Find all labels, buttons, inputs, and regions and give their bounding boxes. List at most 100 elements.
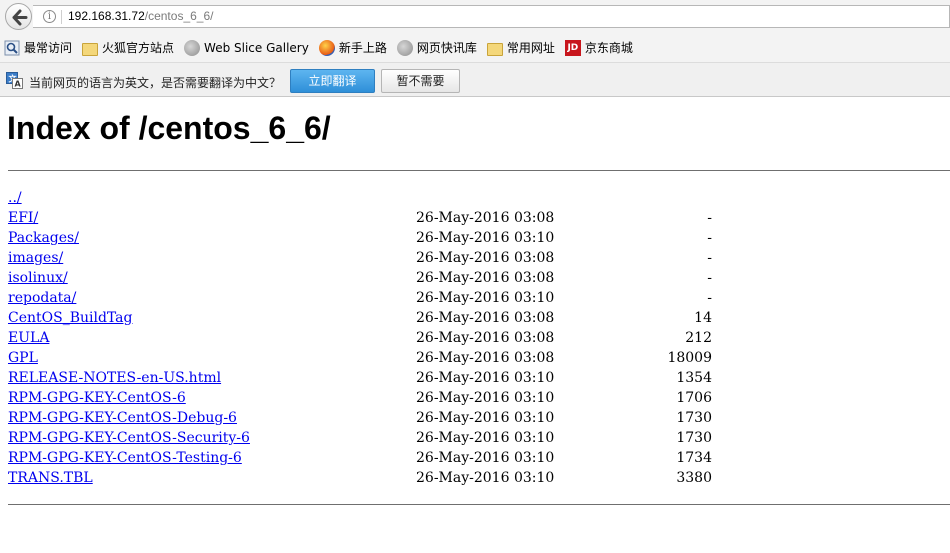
file-link[interactable]: ../ bbox=[8, 188, 22, 208]
file-size: 14 bbox=[694, 310, 712, 326]
file-date: 26-May-2016 03:10 bbox=[416, 370, 555, 386]
file-size: 18009 bbox=[667, 350, 712, 366]
globe-icon bbox=[396, 40, 413, 56]
folder-icon bbox=[486, 42, 503, 56]
file-date: 26-May-2016 03:10 bbox=[416, 390, 555, 406]
file-size: 1706 bbox=[676, 390, 712, 406]
bookmark-label: 常用网址 bbox=[506, 41, 555, 55]
bookmark-item[interactable]: JD 京东商城 bbox=[564, 40, 633, 56]
site-info-icon[interactable]: i bbox=[43, 10, 56, 23]
url-separator bbox=[61, 10, 62, 24]
translation-message: 当前网页的语言为英文，是否需要翻译为中文？ bbox=[29, 76, 282, 90]
file-date: 26-May-2016 03:08 bbox=[416, 310, 555, 326]
file-size: - bbox=[707, 210, 712, 226]
bookmark-label: 火狐官方站点 bbox=[102, 41, 175, 55]
bookmark-label: 最常访问 bbox=[24, 41, 73, 55]
bookmark-item[interactable]: Web Slice Gallery bbox=[184, 40, 309, 56]
file-size: 1730 bbox=[676, 430, 712, 446]
file-link[interactable]: images/ bbox=[8, 248, 63, 268]
bookmark-item[interactable]: 火狐官方站点 bbox=[82, 40, 174, 56]
listing-row: RPM-GPG-KEY-CentOS-Debug-6 26-May-2016 03… bbox=[8, 408, 950, 428]
translate-icon: 文 A bbox=[6, 72, 23, 89]
file-date: 26-May-2016 03:10 bbox=[416, 290, 555, 306]
bookmark-item[interactable]: 网页快讯库 bbox=[396, 40, 477, 56]
listing-row: EFI/26-May-2016 03:08 - bbox=[8, 208, 950, 228]
file-date: 26-May-2016 03:08 bbox=[416, 210, 555, 226]
listing-row: isolinux/26-May-2016 03:08 - bbox=[8, 268, 950, 288]
bookmark-label: 网页快讯库 bbox=[416, 41, 477, 55]
file-listing: ../EFI/26-May-2016 03:08- Packages/26-May… bbox=[8, 188, 950, 488]
url-text[interactable]: 192.168.31.72/centos_6_6/ bbox=[68, 9, 213, 24]
globe-icon bbox=[184, 40, 201, 56]
url-bar[interactable]: i 192.168.31.72/centos_6_6/ bbox=[33, 5, 950, 28]
file-link[interactable]: CentOS_BuildTag bbox=[8, 308, 133, 328]
bookmark-item[interactable]: 最常访问 bbox=[4, 40, 72, 56]
listing-row: GPL 26-May-2016 03:08 18009 bbox=[8, 348, 950, 368]
file-link[interactable]: RPM-GPG-KEY-CentOS-Debug-6 bbox=[8, 408, 237, 428]
bookmark-label: 京东商城 bbox=[584, 41, 633, 55]
listing-row: RPM-GPG-KEY-CentOS-Testing-6 26-May-2016 … bbox=[8, 448, 950, 468]
file-link[interactable]: RPM-GPG-KEY-CentOS-Security-6 bbox=[8, 428, 250, 448]
file-link[interactable]: RPM-GPG-KEY-CentOS-6 bbox=[8, 388, 186, 408]
file-link[interactable]: isolinux/ bbox=[8, 268, 68, 288]
svg-text:A: A bbox=[15, 80, 22, 89]
bookmarks-toolbar: 最常访问 火狐官方站点 Web Slice Gallery 新手上路 网页快讯库 常用网址… bbox=[0, 34, 950, 62]
file-date: 26-May-2016 03:10 bbox=[416, 410, 555, 426]
file-link[interactable]: GPL bbox=[8, 348, 38, 368]
file-size: 1354 bbox=[676, 370, 712, 386]
address-toolbar: i 192.168.31.72/centos_6_6/ bbox=[0, 0, 950, 34]
listing-row: RPM-GPG-KEY-CentOS-Security-6 26-May-2016… bbox=[8, 428, 950, 448]
translate-now-button[interactable]: 立即翻译 bbox=[290, 69, 375, 93]
listing-row: RPM-GPG-KEY-CentOS-6 26-May-2016 03:10 170… bbox=[8, 388, 950, 408]
bottom-divider bbox=[8, 504, 950, 505]
not-now-button[interactable]: 暂不需要 bbox=[381, 69, 460, 93]
file-date: 26-May-2016 03:10 bbox=[416, 470, 555, 486]
firefox-icon bbox=[318, 40, 335, 56]
listing-row: CentOS_BuildTag 26-May-2016 03:08 14 bbox=[8, 308, 950, 328]
file-size: - bbox=[707, 230, 712, 246]
file-size: 212 bbox=[685, 330, 712, 346]
bookmark-item[interactable]: 新手上路 bbox=[318, 40, 387, 56]
file-link[interactable]: repodata/ bbox=[8, 288, 76, 308]
page-title: Index of /centos_6_6/ bbox=[7, 110, 331, 146]
file-size: 3380 bbox=[676, 470, 712, 486]
url-host: 192.168.31.72 bbox=[68, 9, 145, 23]
file-size: 1730 bbox=[676, 410, 712, 426]
file-date: 26-May-2016 03:08 bbox=[416, 330, 555, 346]
bookmark-item[interactable]: 常用网址 bbox=[486, 40, 555, 56]
jd-icon: JD bbox=[564, 40, 581, 56]
url-path: /centos_6_6/ bbox=[144, 9, 214, 23]
file-size: - bbox=[707, 290, 712, 306]
file-link[interactable]: RELEASE-NOTES-en-US.html bbox=[8, 368, 221, 388]
folder-icon bbox=[82, 42, 99, 56]
file-date: 26-May-2016 03:08 bbox=[416, 250, 555, 266]
back-arrow-icon bbox=[12, 9, 28, 26]
top-divider bbox=[8, 170, 950, 171]
back-button[interactable] bbox=[5, 3, 32, 30]
listing-row: Packages/26-May-2016 03:10 - bbox=[8, 228, 950, 248]
file-link[interactable]: EFI/ bbox=[8, 208, 38, 228]
file-link[interactable]: RPM-GPG-KEY-CentOS-Testing-6 bbox=[8, 448, 242, 468]
file-link[interactable]: TRANS.TBL bbox=[8, 468, 93, 488]
file-date: 26-May-2016 03:10 bbox=[416, 430, 555, 446]
file-date: 26-May-2016 03:10 bbox=[416, 450, 555, 466]
file-date: 26-May-2016 03:08 bbox=[416, 350, 555, 366]
listing-row: ../ bbox=[8, 188, 950, 208]
file-link[interactable]: Packages/ bbox=[8, 228, 79, 248]
listing-row: TRANS.TBL 26-May-2016 03:10 3380 bbox=[8, 468, 950, 488]
bookmark-label: 新手上路 bbox=[338, 41, 387, 55]
listing-row: repodata/26-May-2016 03:10 - bbox=[8, 288, 950, 308]
magnifier-icon bbox=[4, 40, 20, 56]
listing-row: EULA 26-May-2016 03:08 212 bbox=[8, 328, 950, 348]
file-date: 26-May-2016 03:08 bbox=[416, 270, 555, 286]
listing-row: images/26-May-2016 03:08 - bbox=[8, 248, 950, 268]
file-link[interactable]: EULA bbox=[8, 328, 49, 348]
bookmark-label: Web Slice Gallery bbox=[204, 41, 309, 55]
file-date: 26-May-2016 03:10 bbox=[416, 230, 555, 246]
translation-bar: 文 A 当前网页的语言为英文，是否需要翻译为中文？ 立即翻译 暂不需要 bbox=[0, 62, 950, 97]
file-size: - bbox=[707, 250, 712, 266]
listing-row: RELEASE-NOTES-en-US.html 26-May-2016 03:1… bbox=[8, 368, 950, 388]
file-size: 1734 bbox=[676, 450, 712, 466]
page-content: Index of /centos_6_6/ ../EFI/26-May-2016… bbox=[0, 98, 950, 553]
file-size: - bbox=[707, 270, 712, 286]
